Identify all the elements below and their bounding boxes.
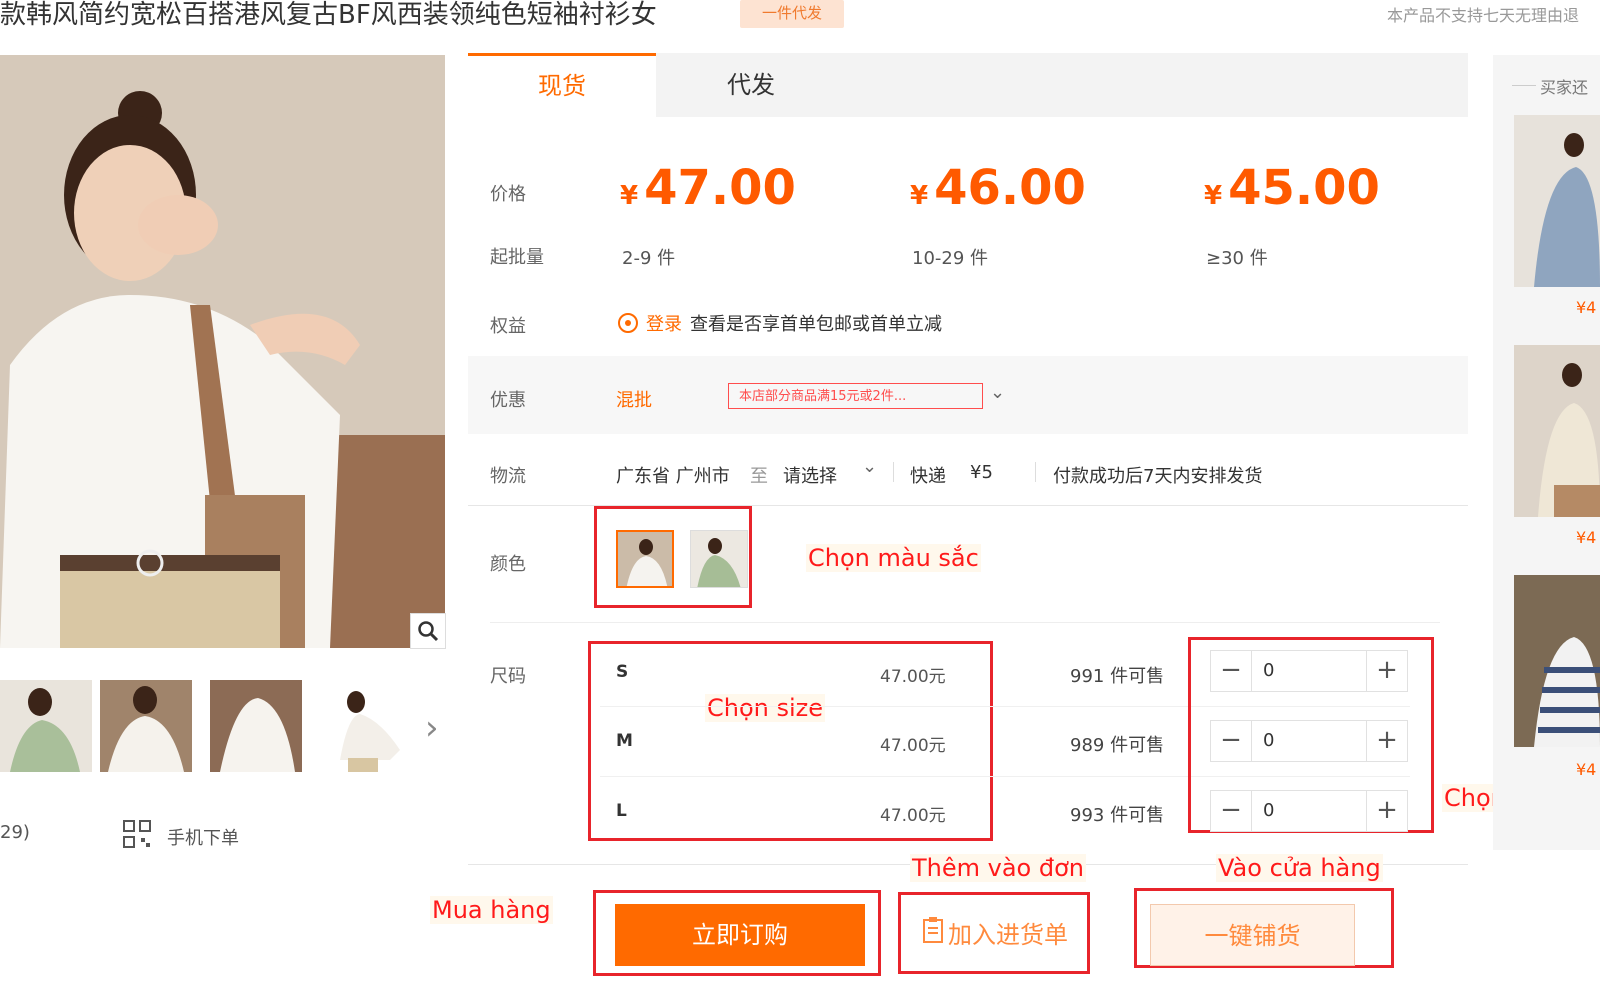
annotation-choose-color: Chọn màu sắc [806, 544, 981, 572]
tab-in-stock[interactable]: 现货 [468, 53, 656, 117]
recommend-price-3: ¥4 [1576, 760, 1597, 779]
quantity-value[interactable]: 0 [1263, 721, 1274, 761]
price-tier-3: ¥45.00 [1204, 160, 1380, 216]
shipping-note: 付款成功后7天内安排发货 [1053, 466, 1263, 487]
recommend-item-1[interactable] [1514, 115, 1600, 287]
plus-icon[interactable]: + [1366, 791, 1407, 831]
price-tier-1: ¥47.00 [620, 160, 796, 216]
promotion-tag[interactable]: 本店部分商品满15元或2件... [728, 383, 983, 409]
thumbnail-3[interactable] [210, 680, 302, 772]
color-option-green[interactable] [690, 530, 748, 588]
recommend-price-2: ¥4 [1576, 528, 1597, 547]
price-tier-2: ¥46.00 [910, 160, 1086, 216]
rights-text: 查看是否享首单包邮或首单立减 [690, 314, 942, 335]
size-price-s: 47.00元 [880, 667, 946, 687]
divider [1512, 85, 1536, 86]
annotation-choose-size: Chọn size [705, 694, 826, 722]
mobile-order-link[interactable]: 手机下单 [167, 824, 239, 850]
size-option-l[interactable]: L [616, 801, 627, 821]
clipboard-icon [922, 905, 944, 967]
add-to-cart-button[interactable]: 加入进货单 [905, 904, 1085, 966]
main-product-image[interactable] [0, 55, 445, 648]
dropship-badge: 一件代发 [740, 0, 844, 28]
product-title: 款韩风简约宽松百搭港风复古BF风西装领纯色短袖衬衫女 [0, 0, 657, 30]
price-label: 价格 [490, 184, 526, 205]
color-label: 颜色 [490, 554, 526, 575]
divider [1035, 462, 1036, 482]
return-policy-note: 本产品不支持七天无理由退 [1387, 6, 1580, 25]
quantity-stepper-l[interactable]: − 0 + [1210, 790, 1408, 832]
moq-label: 起批量 [490, 247, 544, 268]
annotation-buy: Mua hàng [430, 896, 553, 924]
coupon-icon [617, 312, 639, 334]
one-click-list-button[interactable]: 一键铺货 [1150, 904, 1355, 966]
stock-m: 989 件可售 [1070, 735, 1165, 756]
size-label: 尺码 [490, 666, 526, 687]
thumbnail-2[interactable] [100, 680, 192, 772]
logistics-label: 物流 [490, 466, 526, 487]
promotion-type: 混批 [616, 390, 652, 411]
minus-icon[interactable]: − [1211, 721, 1252, 761]
recommend-price-1: ¥4 [1576, 298, 1597, 317]
plus-icon[interactable]: + [1366, 721, 1407, 761]
shipping-method: 快递 [910, 466, 946, 487]
thumbnail-1[interactable] [0, 680, 92, 772]
size-price-l: 47.00元 [880, 806, 946, 826]
chevron-down-icon[interactable]: ⌄ [990, 382, 1005, 403]
quantity-stepper-s[interactable]: − 0 + [1210, 650, 1408, 692]
quantity-stepper-m[interactable]: − 0 + [1210, 720, 1408, 762]
moq-tier-3: ≥30 件 [1206, 248, 1268, 269]
chevron-down-icon[interactable]: ⌄ [862, 456, 877, 477]
annotation-go-to-store: Vào cửa hàng [1216, 854, 1383, 882]
minus-icon[interactable]: − [1211, 791, 1252, 831]
divider [893, 462, 894, 482]
tab-dropship[interactable]: 代发 [656, 53, 846, 117]
ship-to-word: 至 [750, 466, 768, 487]
minus-icon[interactable]: − [1211, 651, 1252, 691]
shipping-fee: ¥5 [970, 462, 993, 483]
zoom-icon[interactable] [410, 613, 446, 649]
order-now-button[interactable]: 立即订购 [615, 904, 865, 966]
promotion-label: 优惠 [490, 390, 526, 411]
size-price-m: 47.00元 [880, 736, 946, 756]
moq-tier-1: 2-9 件 [622, 248, 676, 269]
plus-icon[interactable]: + [1366, 651, 1407, 691]
recommend-title: 买家还 [1540, 78, 1589, 97]
review-count: 29) [0, 822, 30, 843]
quantity-value[interactable]: 0 [1263, 651, 1274, 691]
login-link[interactable]: 登录 [646, 310, 682, 336]
chevron-right-icon[interactable]: › [425, 708, 439, 748]
divider [490, 622, 1440, 623]
recommend-item-3[interactable] [1514, 575, 1600, 747]
size-option-s[interactable]: S [616, 662, 628, 682]
stock-s: 991 件可售 [1070, 666, 1165, 687]
rights-label: 权益 [490, 316, 526, 337]
destination-select[interactable]: 请选择 [783, 462, 837, 488]
ship-from: 广东省 广州市 [616, 466, 730, 487]
moq-tier-2: 10-29 件 [912, 248, 989, 269]
thumbnail-4[interactable] [330, 680, 422, 772]
qr-code-icon[interactable] [123, 820, 151, 848]
recommend-item-2[interactable] [1514, 345, 1600, 517]
annotation-add-to-order: Thêm vào đơn [910, 854, 1086, 882]
quantity-value[interactable]: 0 [1263, 791, 1274, 831]
color-option-white[interactable] [616, 530, 674, 588]
size-option-m[interactable]: M [616, 731, 633, 751]
stock-l: 993 件可售 [1070, 805, 1165, 826]
